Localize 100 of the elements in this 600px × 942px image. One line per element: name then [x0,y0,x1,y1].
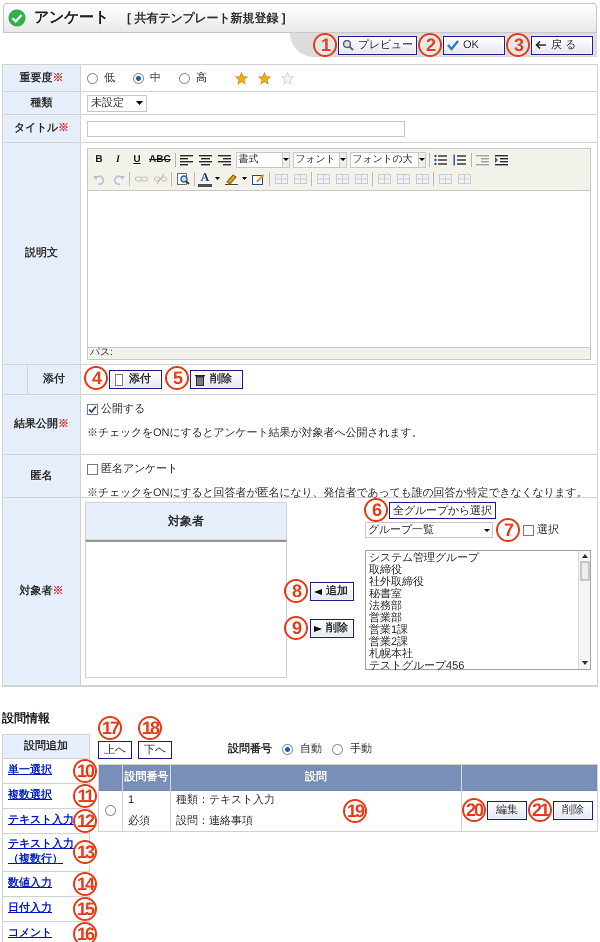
radio-button[interactable] [133,72,144,84]
delete-button[interactable]: 削除 [190,370,243,389]
add-button[interactable]: 追加 [310,582,354,601]
preview-button[interactable]: プレビュー [338,36,417,54]
group-list[interactable]: システム管理グループ 取締役 社外取締役 秘書室 法務部 営業部 営業1課 営業2課 札幌本社 テストグループ456 [365,550,591,670]
attach-button[interactable]: 添付 [109,370,162,389]
callout-marker: 18 [138,716,162,740]
radio-button[interactable] [87,72,98,84]
list-item[interactable]: 札幌本社 [369,648,575,660]
callout-marker: 11 [73,784,97,808]
format-button[interactable]: U [129,152,145,168]
star-icon [258,72,271,84]
font-color-button[interactable]: A [198,170,212,186]
table-cell-text: 種類：テキスト入力 [176,793,276,808]
trash-icon [194,374,206,386]
path-label: パス: [90,348,113,358]
callout-marker: 20 [462,798,486,822]
format-dropdown[interactable]: 書式 [236,152,290,168]
callout-marker: 9 [284,616,308,640]
radio-label: 手動 [350,742,372,758]
radio-label: 中 [150,70,161,86]
callout-marker: 13 [73,840,97,864]
caret-icon [242,177,247,180]
note-text: ※チェックをONにするとアンケート結果が対象者へ公開されます。 [87,426,424,440]
edit-button[interactable]: 編集 [487,801,527,820]
list-item[interactable]: 社外取締役 [369,576,575,588]
callout-marker: 4 [84,366,108,390]
radio-button[interactable] [105,805,116,816]
remove-button[interactable]: 削除 [310,619,354,638]
note-text: ※チェックをONにすると回答者が匿名になり、発信者であっても誰の回答か特定できなくなります。 [87,486,588,500]
radio-button[interactable] [332,744,343,755]
field-label: 対象者※ [20,584,64,600]
move-button[interactable]: 上へ [98,740,132,758]
radio-button[interactable] [179,72,190,84]
field-label: 種類 [30,96,52,111]
left-arrow-icon [314,588,322,594]
back-arrow-icon [535,39,547,51]
callout-marker: 2 [418,32,442,56]
callout-marker: 5 [165,366,189,390]
column-header: 設問 [171,764,462,790]
section-heading: 設問情報 [2,710,50,725]
list-item[interactable]: テストグループ456 [369,660,575,672]
delete-button[interactable]: 削除 [553,801,593,820]
page-subtitle: [ 共有テンプレート新規登録 ] [127,10,286,27]
title-input[interactable] [87,120,405,136]
list-item[interactable]: 営業2課 [369,636,575,648]
callout-marker: 16 [73,922,97,942]
ok-button[interactable]: OK [443,36,505,54]
radio-label: 高 [196,70,207,86]
scrollbar[interactable] [578,550,590,668]
field-label: 匿名 [30,468,52,484]
magnifier-icon[interactable] [175,170,191,186]
list-item[interactable]: 営業部 [369,612,575,624]
field-label: 重要度※ [20,70,64,86]
group-dropdown[interactable]: グループ一覧 [365,522,493,538]
callout-marker: 14 [73,872,97,896]
back-button[interactable]: 戻 る [531,36,593,54]
star-icon [281,72,294,84]
checkbox[interactable] [87,464,98,475]
caret-icon [338,152,346,166]
list-item[interactable]: 営業1課 [369,624,575,636]
checkbox[interactable] [523,524,534,536]
caret-icon [215,177,220,180]
category-dropdown[interactable]: 未設定 [87,94,147,112]
right-arrow-icon [314,626,322,632]
callout-marker: 12 [73,808,97,832]
field-label: 結果公開※ [14,417,69,432]
format-button[interactable]: ABC [148,152,172,168]
table-cell-text: 必須 [128,814,151,828]
select-all-groups-button[interactable]: 全グループから選択 [389,502,496,519]
field-label: 説明文 [25,246,58,262]
check-icon [8,9,26,27]
checkbox[interactable] [87,404,98,415]
list-item[interactable]: システム管理グループ [369,552,575,564]
list-item[interactable]: 秘書室 [369,588,575,600]
sidebar-header: 設問追加 [2,734,90,758]
callout-marker: 19 [343,798,367,822]
callout-marker: 8 [284,579,308,603]
numbered-list-icon[interactable] [452,152,468,168]
callout-marker: 3 [506,32,530,56]
callout-marker: 7 [496,518,520,542]
callout-marker: 15 [73,896,97,920]
callout-marker: 10 [73,758,97,782]
format-dropdown[interactable]: フォント [292,152,347,168]
page-title: アンケート [34,8,109,28]
radio-button[interactable] [282,744,293,755]
list-header: 対象者 [85,502,287,540]
list-item[interactable]: 取締役 [369,564,575,576]
table-cell-text: 1 [128,793,136,808]
caret-icon [484,528,490,532]
caret-icon [418,152,425,166]
move-button[interactable]: 下へ [138,740,172,758]
callout-marker: 21 [528,798,552,822]
callout-marker: 17 [98,716,122,740]
format-dropdown[interactable]: フォントの大 [350,152,426,168]
field-label: タイトル※ [14,121,69,136]
format-button[interactable]: I [110,152,126,168]
radio-label: 低 [104,70,115,86]
format-button[interactable]: B [91,152,107,168]
list-item[interactable]: 法務部 [369,600,575,612]
